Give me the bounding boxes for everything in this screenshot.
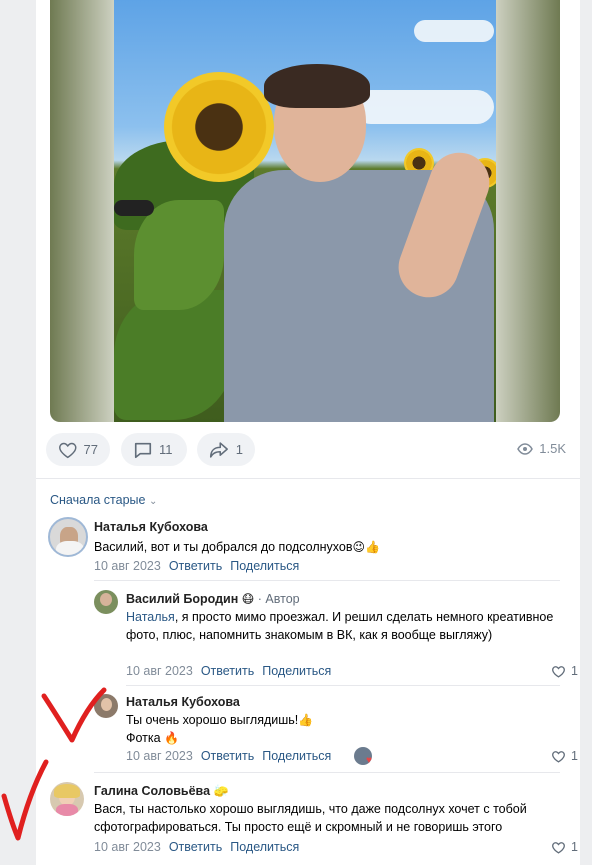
share-comment-button[interactable]: Поделиться <box>262 664 331 678</box>
comment-count: 11 <box>159 442 173 457</box>
divider <box>36 478 580 479</box>
heart-icon <box>552 665 565 678</box>
comment-date[interactable]: 10 авг 2023 <box>126 749 193 763</box>
comment-meta: 10 авг 2023 Ответить Поделиться <box>94 559 299 573</box>
avatar[interactable] <box>94 694 118 718</box>
reply-button[interactable]: Ответить <box>201 749 254 763</box>
post-actions: 77 11 1 1.5K <box>46 433 566 467</box>
comment-text: Наталья, я просто мимо проезжал. И решил… <box>126 610 554 642</box>
reply-button[interactable]: Ответить <box>169 559 222 573</box>
comment-like-button[interactable]: 1 <box>551 664 578 678</box>
reply-button[interactable]: Ответить <box>169 840 222 854</box>
post-photo[interactable] <box>114 0 496 422</box>
views-counter: 1.5K <box>517 441 566 456</box>
post-photo-frame[interactable] <box>50 0 560 422</box>
author-name[interactable]: Галина Соловьёва <box>94 784 210 798</box>
comment-author[interactable]: Наталья Кубохова <box>126 695 240 709</box>
avatar[interactable] <box>94 590 118 614</box>
heart-icon <box>552 841 565 854</box>
sticker-icon: 🧽 <box>213 784 229 798</box>
avatar[interactable] <box>48 517 88 557</box>
comment-like-count: 1 <box>571 840 578 854</box>
heart-icon: ♥ <box>366 755 372 766</box>
author-name[interactable]: Василий Бородин <box>126 592 238 606</box>
comment-text: Василий, вот и ты добрался до подсолнухо… <box>94 540 380 554</box>
share-icon <box>209 441 228 458</box>
comment-date[interactable]: 10 авг 2023 <box>94 559 161 573</box>
heart-icon <box>552 750 565 763</box>
author-badge: · Автор <box>257 592 300 606</box>
heart-icon <box>59 442 77 458</box>
reply-button[interactable]: Ответить <box>201 664 254 678</box>
comment-meta: 10 авг 2023 Ответить Поделиться <box>126 749 331 763</box>
comment-icon <box>134 442 152 458</box>
comment-button[interactable]: 11 <box>121 433 187 466</box>
comment-text: Вася, ты настолько хорошо выглядишь, что… <box>94 802 527 834</box>
avatar[interactable] <box>50 782 84 816</box>
mask-icon: 😷 <box>241 592 255 606</box>
eye-icon <box>517 442 534 455</box>
views-count: 1.5K <box>539 441 566 456</box>
comment-author: Галина Соловьёва 🧽 <box>94 784 228 798</box>
share-comment-button[interactable]: Поделиться <box>262 749 331 763</box>
chevron-down-icon: ⌄ <box>148 496 158 507</box>
comment-meta: 10 авг 2023 Ответить Поделиться <box>94 840 299 854</box>
comment-text: Ты очень хорошо выглядишь!👍 Фотка 🔥 <box>126 713 314 745</box>
share-comment-button[interactable]: Поделиться <box>230 559 299 573</box>
comment-like-count: 1 <box>571 749 578 763</box>
sort-label: Сначала старые <box>50 493 146 507</box>
share-button[interactable]: 1 <box>197 433 255 466</box>
comment-author: Василий Бородин 😷 · Автор <box>126 592 300 606</box>
comment-like-button[interactable]: 1 <box>551 749 578 763</box>
comment-date[interactable]: 10 авг 2023 <box>94 840 161 854</box>
comment-date[interactable]: 10 авг 2023 <box>126 664 193 678</box>
reply-mention[interactable]: Наталья <box>126 610 175 624</box>
comment-like-count: 1 <box>571 664 578 678</box>
comment-meta: 10 авг 2023 Ответить Поделиться <box>126 664 331 678</box>
share-comment-button[interactable]: Поделиться <box>230 840 299 854</box>
like-button[interactable]: 77 <box>46 433 110 466</box>
comment-author[interactable]: Наталья Кубохова <box>94 520 208 534</box>
like-count: 77 <box>83 442 98 457</box>
post-card: 77 11 1 1.5K Сначала старые ⌄ Наталья Ку… <box>36 0 580 865</box>
comment-like-button[interactable]: 1 <box>551 840 578 854</box>
share-count: 1 <box>235 442 243 457</box>
sort-dropdown[interactable]: Сначала старые ⌄ <box>50 493 157 507</box>
